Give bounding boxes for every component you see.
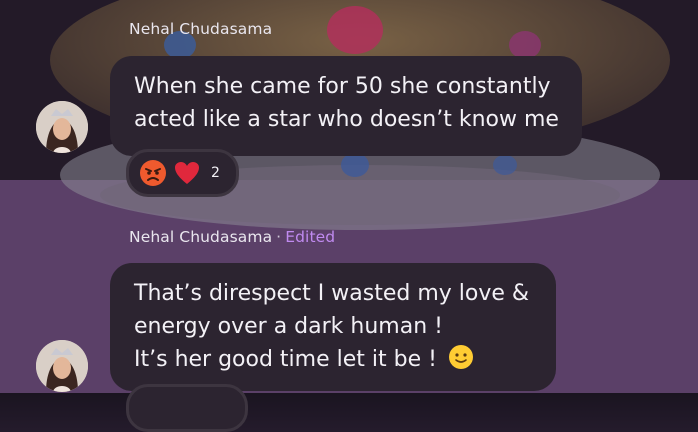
edited-label: Edited: [285, 228, 336, 246]
message-text-line: That’s direspect I wasted my love &: [134, 281, 530, 306]
slightly-smiling-face-icon: [448, 345, 473, 369]
red-heart-icon: [175, 162, 199, 184]
sender-name[interactable]: Nehal Chudasama: [129, 20, 272, 38]
avatar-photo-icon: [36, 101, 88, 153]
message-sender-name[interactable]: Nehal Chudasama: [129, 20, 272, 38]
reactions-pill-partial[interactable]: [126, 384, 248, 432]
message-bubble[interactable]: When she came for 50 she constantly acte…: [110, 56, 582, 156]
message-text-line-with-emoji: It’s her good time let it be !: [134, 343, 534, 376]
message-text-line: energy over a dark human !: [134, 314, 443, 339]
reactions-pill[interactable]: 2: [126, 149, 239, 197]
message-text-line: acted like a star who doesn’t know me: [134, 107, 559, 132]
separator: ·: [276, 228, 282, 246]
avatar-photo-icon: [36, 340, 88, 392]
message-bubble[interactable]: That’s direspect I wasted my love & ener…: [110, 263, 556, 391]
message-text: It’s her good time let it be !: [134, 347, 437, 372]
reaction-count: 2: [211, 165, 220, 181]
angry-face-icon: [140, 160, 166, 186]
avatar[interactable]: [36, 101, 88, 153]
avatar[interactable]: [36, 340, 88, 392]
sender-name[interactable]: Nehal Chudasama: [129, 228, 272, 246]
message-sender-header[interactable]: Nehal Chudasama · Edited: [129, 228, 335, 246]
message-text-line: When she came for 50 she constantly: [134, 74, 551, 99]
